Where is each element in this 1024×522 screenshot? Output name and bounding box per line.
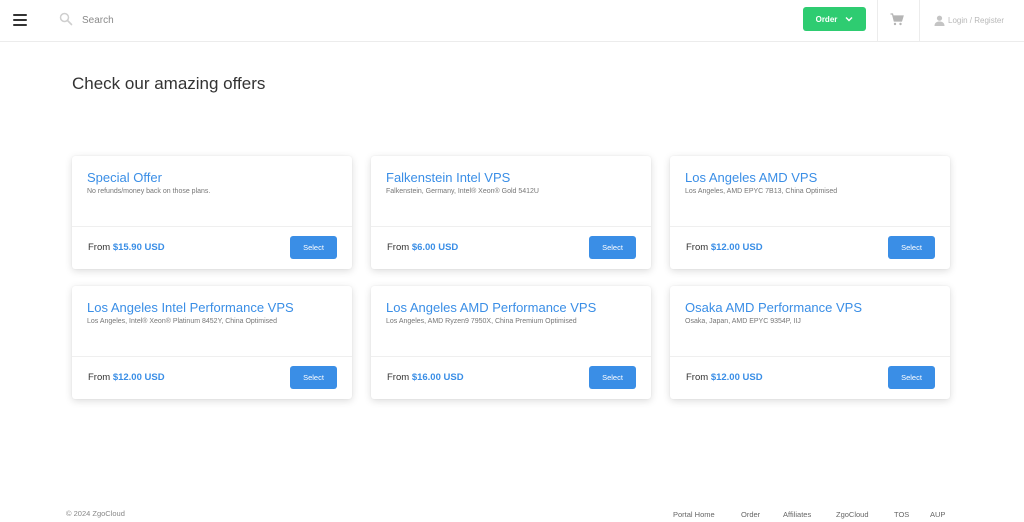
product-card: Los Angeles Intel Performance VPS Los An… <box>72 286 352 399</box>
footer-link-aup[interactable]: AUP <box>930 510 945 519</box>
card-divider <box>371 356 651 357</box>
page-title: Check our amazing offers <box>72 74 266 93</box>
price-amount: $16.00 USD <box>411 372 464 383</box>
product-card: Los Angeles AMD VPS Los Angeles, AMD EPY… <box>670 156 950 269</box>
user-icon <box>934 15 945 26</box>
product-name: Los Angeles AMD Performance VPS <box>386 300 597 315</box>
product-price: From $6.00 USD <box>387 242 458 253</box>
price-from-label: From <box>387 242 410 253</box>
select-button[interactable]: Select <box>888 366 935 389</box>
footer-link-order[interactable]: Order <box>741 510 760 519</box>
product-price: From $12.00 USD <box>88 372 165 383</box>
product-name: Los Angeles Intel Performance VPS <box>87 300 294 315</box>
menu-icon[interactable] <box>13 14 27 26</box>
product-description: Falkenstein, Germany, Intel® Xeon® Gold … <box>386 188 539 195</box>
price-amount: $12.00 USD <box>710 372 763 383</box>
select-button[interactable]: Select <box>589 366 636 389</box>
footer-link-tos[interactable]: TOS <box>894 510 909 519</box>
footer-link-zgocloud[interactable]: ZgoCloud <box>836 510 869 519</box>
footer-nav: Portal Home Order Affiliates ZgoCloud TO… <box>0 510 1024 520</box>
order-button[interactable]: Order <box>803 7 866 31</box>
product-card: Special Offer No refunds/money back on t… <box>72 156 352 269</box>
price-from-label: From <box>686 242 709 253</box>
price-amount: $12.00 USD <box>710 242 763 253</box>
card-divider <box>371 226 651 227</box>
product-price: From $12.00 USD <box>686 242 763 253</box>
select-button[interactable]: Select <box>589 236 636 259</box>
login-register-link[interactable]: Login / Register <box>934 13 1004 27</box>
select-button[interactable]: Select <box>290 366 337 389</box>
header-divider <box>877 0 878 42</box>
footer-link-portal-home[interactable]: Portal Home <box>673 510 715 519</box>
header-divider <box>919 0 920 42</box>
product-description: Los Angeles, AMD EPYC 7B13, China Optimi… <box>685 188 838 195</box>
product-name: Osaka AMD Performance VPS <box>685 300 863 315</box>
card-divider <box>670 356 950 357</box>
price-amount: $15.90 USD <box>112 242 165 253</box>
product-name: Falkenstein Intel VPS <box>386 170 511 185</box>
search-icon <box>59 12 73 26</box>
search-input[interactable] <box>82 11 382 29</box>
product-name: Los Angeles AMD VPS <box>685 170 818 185</box>
product-price: From $12.00 USD <box>686 372 763 383</box>
product-description: No refunds/money back on those plans. <box>87 188 211 195</box>
login-register-label: Login / Register <box>948 15 1005 25</box>
card-divider <box>72 356 352 357</box>
card-divider <box>72 226 352 227</box>
product-price: From $16.00 USD <box>387 372 464 383</box>
price-amount: $6.00 USD <box>411 242 459 253</box>
cart-icon[interactable] <box>890 13 904 26</box>
price-from-label: From <box>686 372 709 383</box>
top-bar: Order Login / Register <box>0 0 1024 42</box>
price-from-label: From <box>387 372 410 383</box>
order-button-label: Order <box>815 14 838 24</box>
select-button[interactable]: Select <box>888 236 935 259</box>
product-description: Los Angeles, Intel® Xeon® Platinum 8452Y… <box>87 318 277 325</box>
chevron-down-icon <box>845 17 853 22</box>
card-divider <box>670 226 950 227</box>
product-card: Osaka AMD Performance VPS Osaka, Japan, … <box>670 286 950 399</box>
product-name: Special Offer <box>87 170 162 185</box>
product-card: Los Angeles AMD Performance VPS Los Ange… <box>371 286 651 399</box>
product-description: Osaka, Japan, AMD EPYC 9354P, IIJ <box>685 318 801 325</box>
product-price: From $15.90 USD <box>88 242 165 253</box>
footer-link-affiliates[interactable]: Affiliates <box>783 510 811 519</box>
price-from-label: From <box>88 372 111 383</box>
select-button[interactable]: Select <box>290 236 337 259</box>
price-from-label: From <box>88 242 111 253</box>
product-card: Falkenstein Intel VPS Falkenstein, Germa… <box>371 156 651 269</box>
product-description: Los Angeles, AMD Ryzen9 7950X, China Pre… <box>386 318 577 325</box>
price-amount: $12.00 USD <box>112 372 165 383</box>
